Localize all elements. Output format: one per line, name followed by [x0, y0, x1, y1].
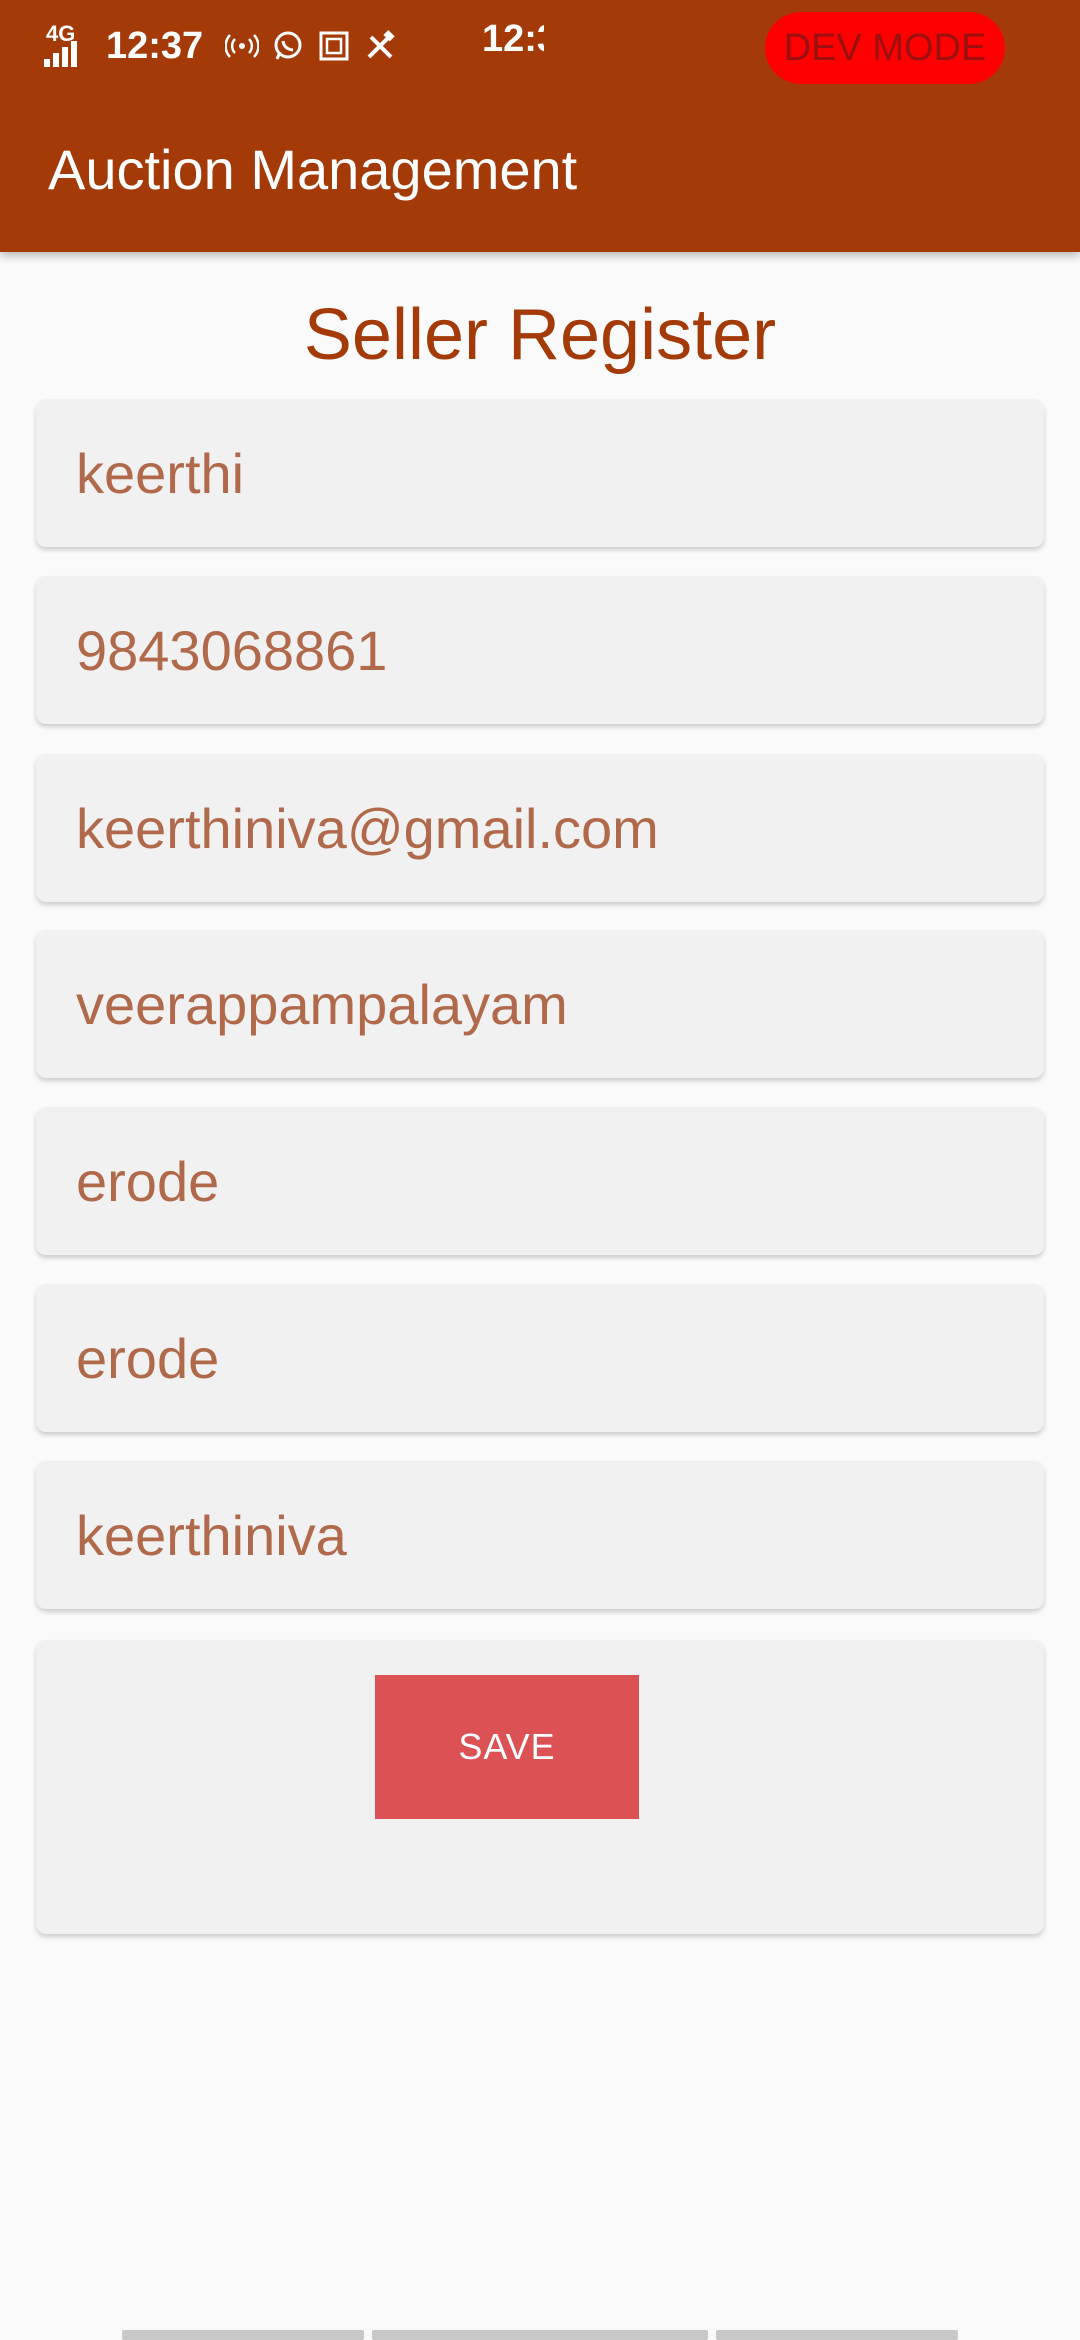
nav-hint-right — [716, 2330, 958, 2340]
password-field[interactable] — [76, 1461, 1016, 1609]
page-title: Seller Register — [303, 295, 777, 375]
name-field-card — [36, 399, 1044, 547]
name-field[interactable] — [76, 399, 1016, 547]
status-bar: 4G 12:37 12: DEV MODE — [0, 0, 1080, 90]
save-button[interactable]: SAVE — [375, 1675, 639, 1819]
phone-field[interactable] — [76, 576, 1016, 724]
password-field-card — [36, 1461, 1044, 1609]
whatsapp-icon — [271, 29, 305, 63]
district-field-card — [36, 1284, 1044, 1432]
email-field-card — [36, 754, 1044, 902]
nav-hint-center — [372, 2330, 708, 2340]
email-field[interactable] — [76, 754, 1016, 902]
screenshot-icon — [317, 29, 351, 63]
signal-icon: 4G — [44, 21, 94, 71]
phone-field-card — [36, 576, 1044, 724]
address-field-card — [36, 930, 1044, 1078]
address-field[interactable] — [76, 930, 1016, 1078]
city-field[interactable] — [76, 1107, 1016, 1255]
app-title: Auction Management — [48, 138, 578, 201]
city-field-card — [36, 1107, 1044, 1255]
district-field[interactable] — [76, 1284, 1016, 1432]
save-card: SAVE — [36, 1640, 1044, 1934]
nav-hint-left — [122, 2330, 364, 2340]
status-time: 12:37 — [106, 24, 204, 67]
status-time-duplicate: 12:3 — [482, 18, 544, 60]
hotspot-icon — [224, 29, 260, 63]
dev-mode-badge[interactable]: DEV MODE — [765, 12, 1005, 84]
app-bar: 4G 12:37 12: DEV MODE Auction Management — [0, 0, 1080, 252]
status-left-group: 4G 12:37 — [44, 16, 397, 76]
tools-icon — [363, 29, 397, 63]
